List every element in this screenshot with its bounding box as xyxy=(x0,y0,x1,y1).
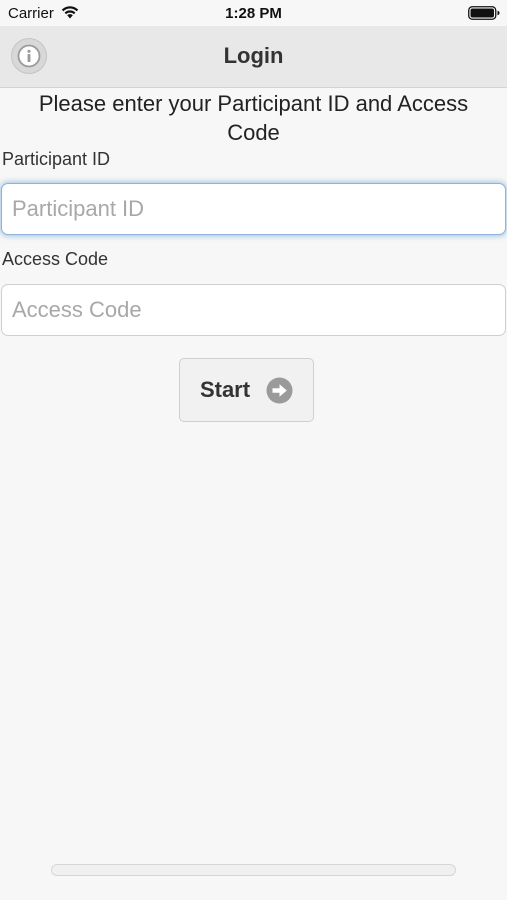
status-bar: Carrier 1:28 PM xyxy=(0,0,507,26)
participant-id-label: Participant ID xyxy=(2,149,111,169)
start-button-label: Start xyxy=(199,377,251,402)
access-code-input[interactable] xyxy=(1,284,506,336)
page-title: Login xyxy=(223,43,284,68)
instructions-text: Please enter your Participant ID and Acc… xyxy=(38,91,469,145)
start-button[interactable]: Start xyxy=(179,358,314,422)
participant-id-input[interactable] xyxy=(1,183,506,235)
access-code-label: Access Code xyxy=(2,249,109,269)
battery-icon xyxy=(468,6,500,20)
arrow-right-circle-icon xyxy=(266,377,293,403)
clock: 1:28 PM xyxy=(225,5,282,22)
nav-header: Login xyxy=(0,26,507,88)
home-indicator xyxy=(51,864,456,876)
